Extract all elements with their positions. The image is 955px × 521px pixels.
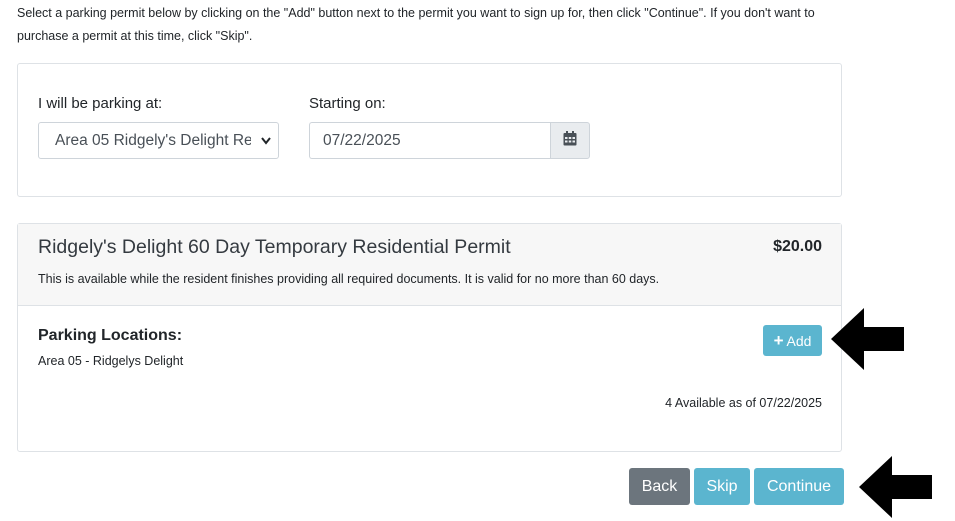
permit-header: Ridgely's Delight 60 Day Temporary Resid…	[18, 224, 841, 306]
parking-locations-title: Parking Locations:	[38, 327, 183, 344]
parking-location-value: Area 05 Ridgely's Delight Residential	[55, 132, 251, 149]
permit-description: This is available while the resident fin…	[38, 272, 660, 286]
continue-button[interactable]: Continue	[754, 468, 844, 505]
parking-location-label: I will be parking at:	[38, 95, 163, 112]
arrow-left-icon	[831, 308, 904, 370]
add-permit-button[interactable]: + Add	[763, 325, 822, 356]
calendar-button[interactable]	[550, 122, 590, 159]
permit-price: $20.00	[773, 238, 822, 255]
intro-instructions: Select a parking permit below by clickin…	[17, 6, 815, 43]
permit-title: Ridgely's Delight 60 Day Temporary Resid…	[38, 236, 511, 258]
parking-location-select[interactable]: Area 05 Ridgely's Delight Residential	[38, 122, 279, 159]
add-button-label: Add	[786, 332, 812, 349]
parking-location-item: Area 05 - Ridgelys Delight	[38, 354, 184, 368]
start-date-group: 07/22/2025	[309, 122, 590, 159]
start-date-label: Starting on:	[309, 95, 386, 112]
skip-button[interactable]: Skip	[694, 468, 750, 505]
plus-icon: +	[773, 331, 784, 350]
availability-text: 4 Available as of 07/22/2025	[665, 396, 822, 410]
parking-selection-card: I will be parking at: Area 05 Ridgely's …	[17, 63, 842, 197]
calendar-icon	[563, 130, 577, 151]
arrow-left-icon	[859, 456, 932, 518]
permit-card: Ridgely's Delight 60 Day Temporary Resid…	[17, 223, 842, 452]
start-date-input[interactable]: 07/22/2025	[309, 122, 551, 159]
back-button[interactable]: Back	[629, 468, 690, 505]
chevron-down-icon	[260, 124, 272, 158]
